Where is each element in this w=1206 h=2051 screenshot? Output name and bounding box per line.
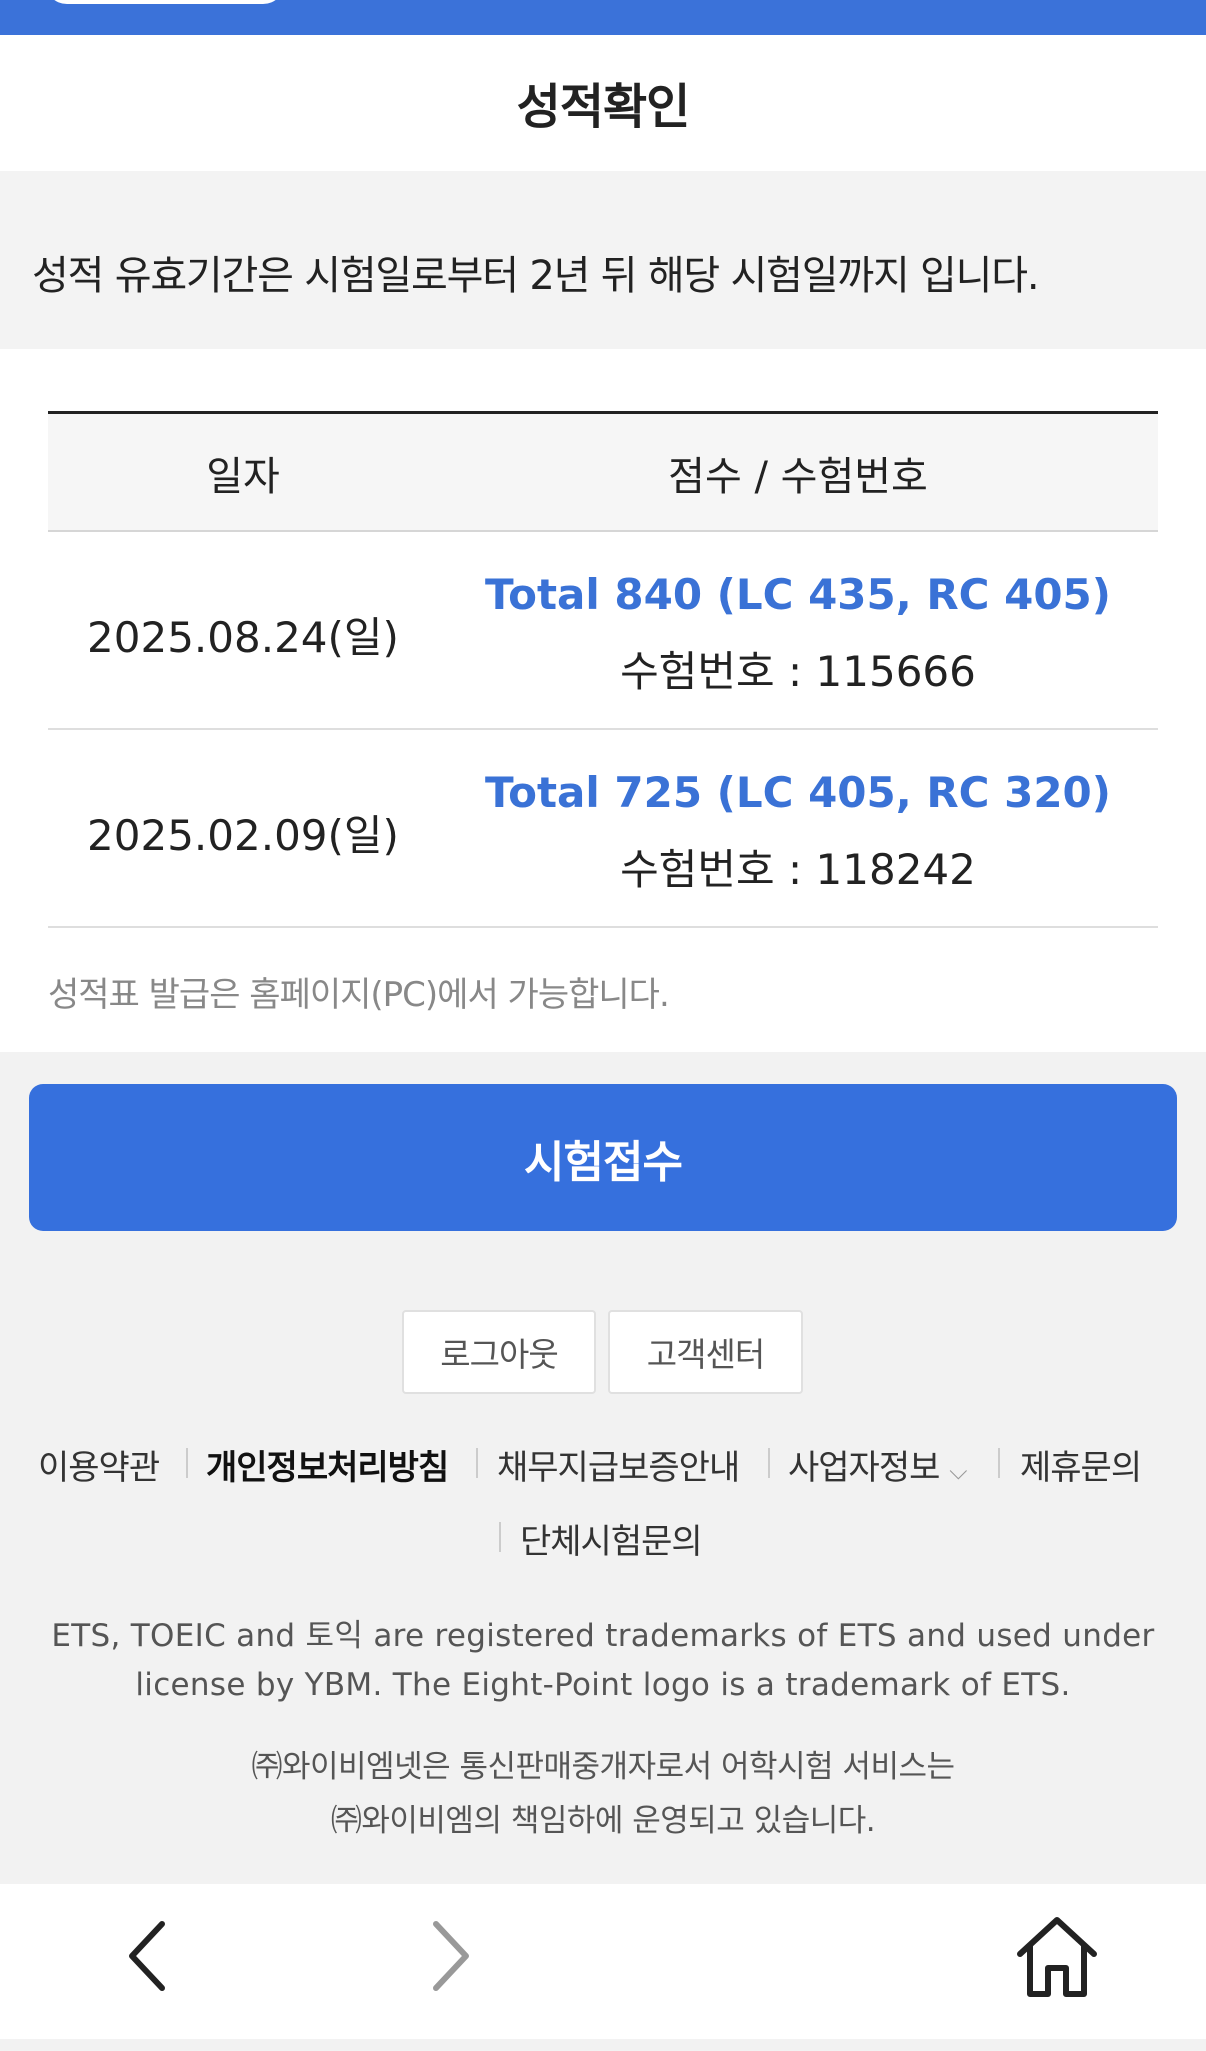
bottom-strip (0, 2039, 1206, 2051)
row-date: 2025.08.24(일) (87, 613, 399, 662)
home-icon[interactable] (1012, 1912, 1102, 2006)
customer-center-button[interactable]: 고객센터 (608, 1310, 803, 1394)
divider (499, 1522, 501, 1552)
top-pill (45, 0, 285, 4)
apply-exam-button[interactable]: 시험접수 (29, 1084, 1177, 1231)
top-bar (0, 0, 1206, 35)
row-score: Total 840 (LC 435, RC 405) (485, 570, 1111, 619)
row-registration-number: 수험번호 : 118242 (620, 845, 976, 894)
trademark-notice: ETS, TOEIC and 토익 are registered tradema… (0, 1612, 1206, 1710)
terms-link[interactable]: 이용약관 (38, 1440, 160, 1489)
company-line-1: ㈜와이비엠넷은 통신판매중개자로서 어학시험 서비스는 (251, 1749, 955, 1785)
chevron-down-icon: ⌵ (949, 1457, 967, 1485)
page-header: 성적확인 (0, 35, 1206, 171)
table-row: 2025.08.24(일) Total 840 (LC 435, RC 405)… (48, 532, 1158, 730)
forward-icon[interactable] (420, 1916, 480, 2000)
divider (476, 1448, 478, 1478)
row-date: 2025.02.09(일) (87, 811, 399, 860)
trademark-line-1: ETS, TOEIC and 토익 are registered tradema… (51, 1618, 1155, 1654)
company-notice: ㈜와이비엠넷은 통신판매중개자로서 어학시험 서비스는 ㈜와이비엠의 책임하에 … (0, 1740, 1206, 1848)
business-info-label: 사업자정보 (788, 1448, 940, 1488)
score-table: 일자 점수 / 수험번호 2025.08.24(일) Total 840 (LC… (48, 411, 1158, 928)
row-score: Total 725 (LC 405, RC 320) (485, 768, 1111, 817)
divider (768, 1448, 770, 1478)
divider (998, 1448, 1000, 1478)
validity-notice-text: 성적 유효기간은 시험일로부터 2년 뒤 해당 시험일까지 입니다. (32, 253, 1040, 299)
bottom-navigation (0, 1884, 1206, 2039)
page-title: 성적확인 (516, 79, 691, 135)
column-header-date: 일자 (206, 454, 280, 500)
score-panel: 일자 점수 / 수험번호 2025.08.24(일) Total 840 (LC… (0, 349, 1206, 1052)
back-icon[interactable] (118, 1916, 178, 2000)
partnership-link[interactable]: 제휴문의 (1020, 1440, 1142, 1489)
row-registration-number: 수험번호 : 115666 (620, 647, 976, 696)
business-info-link[interactable]: 사업자정보 ⌵ (788, 1440, 967, 1489)
divider (186, 1448, 188, 1478)
group-test-link[interactable]: 단체시험문의 (520, 1514, 703, 1563)
certificate-note: 성적표 발급은 홈페이지(PC)에서 가능합니다. (48, 975, 670, 1015)
column-header-score: 점수 / 수험번호 (668, 454, 928, 500)
validity-notice: 성적 유효기간은 시험일로부터 2년 뒤 해당 시험일까지 입니다. (0, 171, 1206, 349)
payment-guarantee-link[interactable]: 채무지급보증안내 (497, 1440, 740, 1489)
table-header: 일자 점수 / 수험번호 (48, 411, 1158, 532)
trademark-line-2: license by YBM. The Eight-Point logo is … (135, 1667, 1071, 1703)
company-line-2: ㈜와이비엠의 책임하에 운영되고 있습니다. (330, 1803, 876, 1839)
table-row: 2025.02.09(일) Total 725 (LC 405, RC 320)… (48, 730, 1158, 928)
footer-links: 이용약관 개인정보처리방침 채무지급보증안내 사업자정보 ⌵ 제휴문의 단체시험… (0, 1440, 1206, 1580)
privacy-policy-link[interactable]: 개인정보처리방침 (206, 1440, 449, 1489)
logout-button[interactable]: 로그아웃 (402, 1310, 596, 1394)
